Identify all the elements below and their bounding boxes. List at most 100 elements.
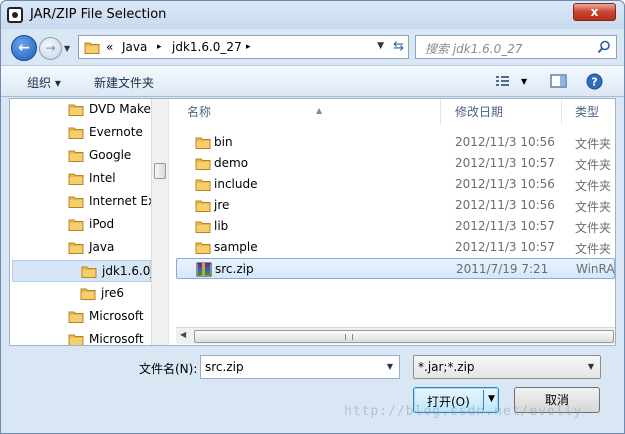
file-type: 文件夹 [575,221,612,235]
filename-value[interactable]: src.zip [205,360,244,374]
sidebar-item[interactable]: jdk1.6.0_27 [12,260,168,282]
file-name: sample [214,240,258,254]
search-box[interactable]: 搜索 jdk1.6.0_27 [415,35,617,59]
file-row[interactable]: jre 2012/11/3 10:56 文件夹 [176,195,615,216]
sidebar-item[interactable]: Google [68,145,150,167]
search-icon[interactable] [597,40,611,54]
file-name: jre [214,198,230,212]
refresh-icon[interactable]: ⇆ [393,39,404,54]
file-date: 2012/11/3 10:56 [455,135,555,149]
sidebar-item[interactable]: Microsoft [68,306,150,328]
navigation-scrollbar-thumb[interactable] [154,163,166,179]
file-row[interactable]: lib 2012/11/3 10:57 文件夹 [176,216,615,237]
column-header-name[interactable]: 名称 ▲ [176,99,441,125]
sidebar-item-label: Evernote [89,125,143,139]
file-name: demo [214,156,249,170]
pane-splitter[interactable] [168,99,176,345]
file-dialog-window: JAR/ZIP File Selection x ← → ▼ « Java ▸ … [0,0,625,434]
folder-icon [68,102,84,120]
folder-icon [195,156,211,174]
help-icon[interactable]: ? [586,73,603,90]
filename-label: 文件名(N): [139,362,198,376]
sidebar-item[interactable]: Java [68,237,150,259]
navigation-bar: ← → ▼ « Java ▸ jdk1.6.0_27 ▸ ▼ ⇆ 搜索 jdk1… [1,29,624,65]
file-date: 2012/11/3 10:56 [455,177,555,191]
sidebar-item[interactable]: iPod [68,214,150,236]
recent-pages-dropdown-icon[interactable]: ▼ [64,44,70,53]
sidebar-item-label: Microsoft [89,309,144,323]
organize-button[interactable]: 组织 ▾ [27,74,61,91]
column-header-date[interactable]: 修改日期 [444,99,562,125]
window-title: JAR/ZIP File Selection [30,7,167,22]
sidebar-item-label: DVD Maker [89,102,156,116]
file-type: 文件夹 [575,137,612,151]
sidebar-item-label: jre6 [101,286,125,300]
browser-content: DVD Maker Evernote Google Intel Internet Exp… [9,98,616,346]
scroll-left-icon[interactable]: ◀ [180,330,186,339]
breadcrumb-overflow[interactable]: « [106,40,113,54]
folder-icon [68,148,84,166]
navigation-pane: DVD Maker Evernote Google Intel Internet Exp… [10,99,168,345]
scroll-grip-icon [345,334,353,340]
file-type: 文件夹 [575,200,612,214]
view-dropdown-icon[interactable]: ▼ [521,77,527,86]
file-type: 文件夹 [575,242,612,256]
new-folder-button[interactable]: 新建文件夹 [94,74,154,91]
folder-icon [68,309,84,327]
folder-icon [68,217,84,235]
sidebar-item-label: iPod [89,217,115,231]
file-type-filter[interactable]: *.jar;*.zip ▼ [413,355,601,379]
back-button[interactable]: ← [11,35,37,61]
column-name-label: 名称 [187,105,212,119]
sidebar-item[interactable]: DVD Maker [68,99,156,121]
file-row[interactable]: src.zip 2011/7/19 7:21 WinRAR [176,258,615,279]
winrar-archive-icon [196,262,212,281]
sidebar-item[interactable]: Evernote [68,122,150,144]
breadcrumb-segment-java[interactable]: Java [122,40,147,54]
sidebar-item[interactable]: Intel [68,168,150,190]
watermark-text: http://blog.csdn.net/evolly [344,404,583,419]
breadcrumb-separator[interactable]: ▸ [157,42,162,52]
file-date: 2012/11/3 10:56 [455,198,555,212]
sidebar-item-label: Microsoft [89,332,144,345]
address-bar[interactable]: « Java ▸ jdk1.6.0_27 ▸ ▼ ⇆ [78,35,409,59]
filename-field[interactable]: src.zip ▼ [200,355,400,379]
file-date: 2012/11/3 10:57 [455,156,555,170]
file-list-scrollbar[interactable]: ◀ [176,327,615,344]
file-type-dropdown-icon[interactable]: ▼ [588,362,594,371]
file-type: 文件夹 [575,158,612,172]
file-row[interactable]: bin 2012/11/3 10:56 文件夹 [176,132,615,153]
open-options-dropdown-icon[interactable]: ▼ [488,394,495,404]
preview-pane-icon[interactable] [550,73,567,89]
search-input[interactable]: 搜索 jdk1.6.0_27 [425,40,523,57]
close-button[interactable]: x [573,3,616,21]
folder-icon [195,177,211,195]
file-list-scrollbar-thumb[interactable] [194,330,614,343]
column-type-label: 类型 [575,105,600,119]
column-header-type[interactable]: 类型 [564,99,615,125]
file-row[interactable]: sample 2012/11/3 10:57 文件夹 [176,237,615,258]
folder-icon [84,42,100,54]
sidebar-item[interactable]: jre6 [80,283,150,305]
file-row[interactable]: include 2012/11/3 10:56 文件夹 [176,174,615,195]
file-row[interactable]: demo 2012/11/3 10:57 文件夹 [176,153,615,174]
sidebar-item[interactable]: Microsoft [68,329,150,345]
view-options-icon[interactable] [495,73,511,89]
sort-ascending-icon: ▲ [316,106,323,115]
sidebar-item[interactable]: Internet Explorer [68,191,168,213]
navigation-scrollbar[interactable] [151,99,168,345]
folder-icon [68,194,84,212]
folder-icon [80,286,96,304]
file-name: lib [214,219,229,233]
filename-dropdown-icon[interactable]: ▼ [387,362,393,371]
breadcrumb-segment-jdk[interactable]: jdk1.6.0_27 [172,40,242,54]
breadcrumb-separator[interactable]: ▸ [246,42,251,52]
file-date: 2012/11/3 10:57 [455,240,555,254]
forward-button[interactable]: → [39,37,62,60]
address-dropdown-icon[interactable]: ▼ [377,41,384,51]
file-date: 2012/11/3 10:57 [455,219,555,233]
sidebar-item-label: Java [89,240,115,254]
file-type: WinRAR [576,262,615,276]
title-bar[interactable]: JAR/ZIP File Selection x [1,1,624,29]
folder-icon [68,125,84,143]
